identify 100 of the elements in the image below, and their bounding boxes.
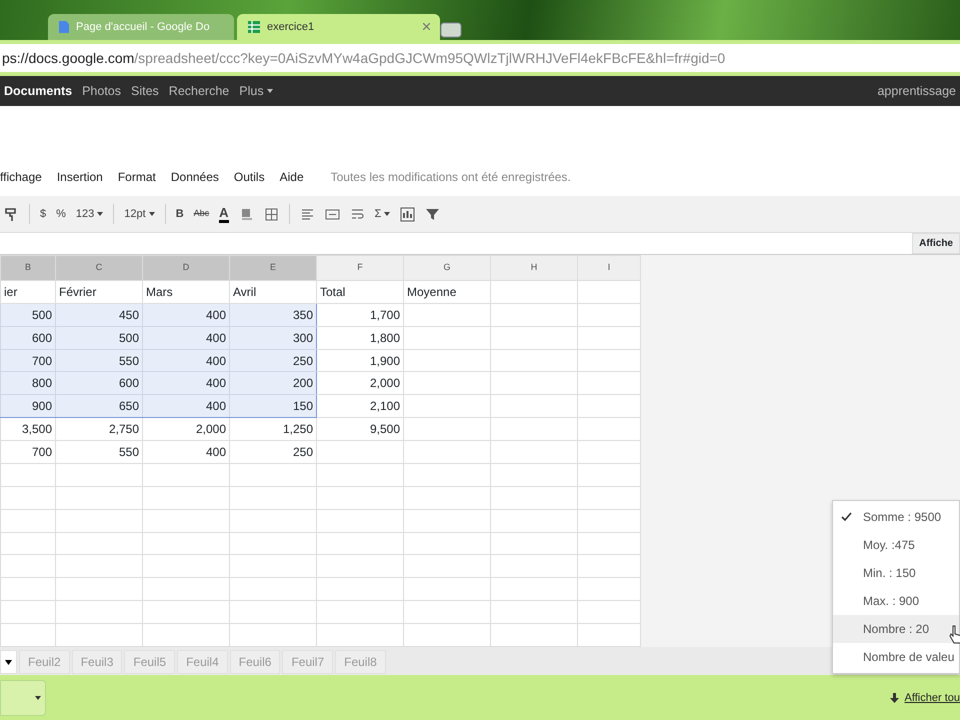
column-header[interactable]: D xyxy=(142,256,230,280)
table-cell: 2,750 xyxy=(56,418,142,441)
menu-item[interactable]: Nombre : 20 xyxy=(833,615,959,643)
table-cell: Février xyxy=(56,280,142,304)
filter-icon[interactable] xyxy=(425,206,440,222)
address-field[interactable]: ps://docs.google.com/spreadsheet/ccc?key=0AiSzvMYw4aGpdGJCWm95QWlzTjlWRHJVeFl4ekFBcFE&hl=fr#gid=0 xyxy=(0,44,960,72)
table-cell: 2,000 xyxy=(316,372,404,395)
table-cell: 200 xyxy=(230,372,316,395)
table-cell: 1,700 xyxy=(316,303,404,326)
table-cell: 1,800 xyxy=(316,326,404,350)
borders-icon[interactable] xyxy=(264,206,279,222)
table-cell: 2,100 xyxy=(316,394,404,418)
table-cell: 1,900 xyxy=(316,349,404,372)
table-cell: 1,250 xyxy=(230,418,316,441)
table-cell: 150 xyxy=(230,394,316,418)
table-cell: 400 xyxy=(142,349,230,372)
menu-item[interactable]: Min. : 150 xyxy=(833,559,959,587)
tab-title: Page d'accueil - Google Do xyxy=(76,20,210,35)
table-cell: 500 xyxy=(0,303,56,326)
tab-title: exercice1 xyxy=(267,20,314,35)
table-cell: Mars xyxy=(142,280,230,304)
menu-item[interactable]: Max. : 900 xyxy=(833,587,959,615)
column-header[interactable]: G xyxy=(404,256,490,280)
format-button[interactable]: $ xyxy=(40,206,46,222)
column-header[interactable]: C xyxy=(56,256,142,280)
align-left-icon[interactable] xyxy=(300,206,315,222)
table-cell: 500 xyxy=(56,326,142,350)
menu-item[interactable]: Moy. :475 xyxy=(833,531,959,559)
new-tab-icon[interactable] xyxy=(440,22,462,38)
table-cell: 450 xyxy=(56,303,142,326)
table-cell: ier xyxy=(0,280,56,304)
menu-item[interactable]: Somme : 9500 xyxy=(833,503,959,531)
menu-item-label: Nombre : 20 xyxy=(863,621,930,638)
sheet-tab[interactable] xyxy=(0,650,17,674)
google-bar-link[interactable]: Documents xyxy=(4,82,72,100)
table-cell: 3,500 xyxy=(0,418,56,441)
table-cell: 650 xyxy=(56,394,142,418)
table-cell: 400 xyxy=(142,303,230,326)
table-cell: 550 xyxy=(56,440,142,464)
text-color-button[interactable]: A xyxy=(219,206,229,222)
menu-item[interactable]: Aide xyxy=(280,168,304,186)
paint-roller-icon[interactable] xyxy=(4,206,19,222)
format-button[interactable]: % xyxy=(56,206,66,222)
table-cell: 300 xyxy=(230,326,316,350)
column-header[interactable]: B xyxy=(0,256,56,280)
table-cell: 350 xyxy=(230,303,316,326)
dropdown-button[interactable]: Σ xyxy=(374,206,390,222)
caret-icon xyxy=(35,696,41,700)
caret-icon xyxy=(384,212,390,216)
menu-item-label: Max. : 900 xyxy=(863,593,920,610)
menu-item-label: Somme : 9500 xyxy=(863,509,942,526)
menu-item[interactable]: Format xyxy=(118,168,156,186)
table-cell: Total xyxy=(316,280,404,304)
caret-icon xyxy=(266,89,273,94)
table-cell: 900 xyxy=(0,394,56,418)
google-bar-link[interactable]: Photos xyxy=(82,82,121,100)
table-cell: 400 xyxy=(142,394,230,418)
table-cell: 600 xyxy=(0,326,56,350)
column-header[interactable]: E xyxy=(230,256,316,280)
table-cell: 700 xyxy=(0,349,56,372)
table-cell: 700 xyxy=(0,440,56,464)
menu-item[interactable]: Nombre de valeu xyxy=(833,643,959,671)
merge-cells-icon[interactable] xyxy=(324,206,340,222)
strikethrough-button[interactable]: Abc xyxy=(194,207,210,221)
chart-icon[interactable] xyxy=(400,206,416,222)
caret-icon xyxy=(5,660,12,664)
column-header[interactable]: H xyxy=(490,256,578,280)
dropdown-button[interactable]: 123 xyxy=(76,206,104,222)
bold-button[interactable]: B xyxy=(176,206,184,222)
table-cell: 600 xyxy=(56,372,142,395)
table-cell: 400 xyxy=(142,326,230,350)
caret-icon xyxy=(97,212,104,216)
google-bar-link[interactable]: Sites xyxy=(131,82,159,100)
table-cell: 800 xyxy=(0,372,56,395)
menu-item[interactable]: Outils xyxy=(234,168,265,186)
menu-item[interactable]: Insertion xyxy=(56,168,103,186)
table-cell: 2,000 xyxy=(142,418,230,441)
caret-icon xyxy=(148,212,155,216)
google-bar-link[interactable]: Plus xyxy=(239,82,273,100)
dropdown-button[interactable]: 12pt xyxy=(124,206,155,222)
column-header[interactable]: F xyxy=(316,256,404,280)
download-arrow-icon xyxy=(890,692,899,704)
text-wrap-icon[interactable] xyxy=(350,206,365,222)
table-cell: 400 xyxy=(142,440,230,464)
column-header[interactable]: I xyxy=(578,256,640,280)
menu-item-label: Nombre de valeu xyxy=(863,649,954,666)
checkmark-icon xyxy=(841,512,852,522)
google-bar-link[interactable]: Recherche xyxy=(168,82,230,100)
table-cell: 250 xyxy=(230,440,316,464)
table-cell: 400 xyxy=(142,372,230,395)
table-cell: 550 xyxy=(56,349,142,372)
table-cell: Avril xyxy=(230,280,316,304)
show-all-downloads-link[interactable]: Afficher tou xyxy=(890,690,960,706)
browser-tab[interactable]: exercice1 xyxy=(237,14,440,40)
menu-item[interactable]: ffichage xyxy=(0,168,42,186)
spreadsheet-icon[interactable] xyxy=(247,20,261,34)
account-name[interactable]: apprentissage xyxy=(877,82,956,100)
menu-item-label: Moy. :475 xyxy=(863,537,915,554)
menu-item[interactable]: Données xyxy=(170,168,219,186)
show-button[interactable]: Affiche xyxy=(912,233,960,254)
